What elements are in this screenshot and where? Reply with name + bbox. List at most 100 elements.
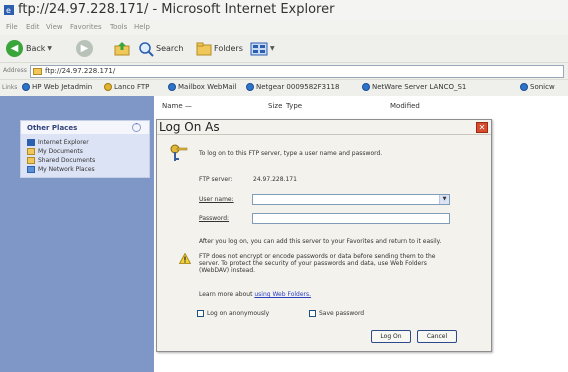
- globe-icon: [246, 83, 254, 91]
- password-field[interactable]: [252, 213, 450, 224]
- log-on-anonymously-checkbox[interactable]: Log on anonymously: [197, 310, 269, 317]
- place-shared-documents[interactable]: Shared Documents: [27, 157, 95, 164]
- link-mailbox-webmail[interactable]: Mailbox WebMail: [168, 83, 237, 91]
- link-label: Sonicw: [530, 83, 555, 91]
- other-places-panel: Other Places ˆ Internet Explorer My Docu…: [20, 120, 150, 178]
- link-label: HP Web Jetadmin: [32, 83, 93, 91]
- globe-icon: [362, 83, 370, 91]
- dialog-intro: To log on to this FTP server, type a use…: [199, 150, 383, 157]
- views-icon: [250, 42, 268, 55]
- link-netgear[interactable]: Netgear 0009582F3118: [246, 83, 339, 91]
- link-netware-server[interactable]: NetWare Server LANCO_S1: [362, 83, 466, 91]
- link-label: Lanco FTP: [114, 83, 150, 91]
- warning-line-2: server. To protect the security of your …: [199, 260, 427, 267]
- up-folder-icon: [114, 41, 130, 55]
- collapse-chevron-icon[interactable]: ˆ: [132, 123, 141, 132]
- menu-file[interactable]: File: [6, 23, 18, 31]
- views-button[interactable]: ▼: [250, 39, 275, 58]
- chevron-down-icon[interactable]: ▼: [439, 195, 449, 204]
- links-bar: Links HP Web Jetadmin Lanco FTP Mailbox …: [0, 79, 568, 96]
- search-icon: [139, 41, 154, 57]
- username-label: User name:: [199, 196, 234, 203]
- menu-edit[interactable]: Edit: [26, 23, 40, 31]
- forward-button[interactable]: ▶: [76, 39, 93, 58]
- sort-indicator-icon: —: [184, 102, 192, 110]
- log-on-button[interactable]: Log On: [371, 330, 411, 343]
- ftp-server-value: 24.97.228.171: [253, 176, 297, 183]
- links-label: Links: [2, 84, 18, 91]
- up-folder-button[interactable]: [114, 39, 130, 58]
- title-bar: e ftp://24.97.228.171/ - Microsoft Inter…: [0, 0, 568, 20]
- menu-favorites[interactable]: Favorites: [70, 23, 102, 31]
- ftp-server-label: FTP server:: [199, 176, 233, 183]
- address-value: ftp://24.97.228.171/: [45, 67, 116, 75]
- link-hp-web-jetadmin[interactable]: HP Web Jetadmin: [22, 83, 92, 91]
- column-name[interactable]: Name —: [162, 102, 192, 114]
- address-label: Address: [3, 67, 27, 74]
- folders-button[interactable]: Folders: [196, 39, 243, 58]
- folder-icon: [27, 148, 35, 155]
- place-label: Internet Explorer: [38, 139, 89, 146]
- link-sonicwall[interactable]: Sonicw: [520, 83, 555, 91]
- close-icon[interactable]: ✕: [476, 122, 488, 133]
- place-internet-explorer[interactable]: Internet Explorer: [27, 139, 89, 146]
- task-pane: Other Places ˆ Internet Explorer My Docu…: [0, 96, 154, 372]
- menu-help[interactable]: Help: [134, 23, 150, 31]
- warning-line-3: (WebDAV) instead.: [199, 267, 256, 274]
- link-label: Mailbox WebMail: [178, 83, 237, 91]
- link-label: NetWare Server LANCO_S1: [372, 83, 467, 91]
- dialog-title-bar: Log On As ✕: [157, 120, 491, 135]
- save-password-checkbox[interactable]: Save password: [309, 310, 364, 317]
- chevron-down-icon: ▼: [270, 45, 275, 52]
- log-on-as-dialog: Log On As ✕ To log on to this FTP server…: [156, 119, 492, 352]
- globe-icon: [520, 83, 528, 91]
- column-size[interactable]: Size: [268, 102, 282, 114]
- network-icon: [27, 166, 35, 173]
- folder-icon: [33, 68, 42, 75]
- username-combobox[interactable]: ▼: [252, 194, 450, 205]
- menu-view[interactable]: View: [46, 23, 63, 31]
- place-label: My Network Places: [38, 166, 95, 173]
- other-places-header[interactable]: Other Places ˆ: [21, 121, 149, 134]
- address-input[interactable]: ftp://24.97.228.171/: [30, 65, 564, 78]
- place-label: My Documents: [38, 148, 83, 155]
- svg-text:e: e: [6, 6, 11, 15]
- learn-more-text: Learn more about using Web Folders.: [199, 291, 311, 298]
- folders-label: Folders: [214, 44, 243, 53]
- after-logon-text: After you log on, you can add this serve…: [199, 238, 442, 245]
- internet-explorer-icon: [27, 139, 35, 146]
- password-label: Password:: [199, 215, 230, 222]
- back-button[interactable]: ◀ Back ▼: [6, 39, 52, 58]
- link-lanco-ftp[interactable]: Lanco FTP: [104, 83, 149, 91]
- warning-line-1: FTP does not encrypt or encode passwords…: [199, 253, 436, 260]
- link-label: Netgear 0009582F3118: [256, 83, 340, 91]
- other-places-title: Other Places: [27, 124, 78, 132]
- place-label: Shared Documents: [38, 157, 96, 164]
- column-type[interactable]: Type: [286, 102, 302, 114]
- column-modified[interactable]: Modified: [390, 102, 420, 114]
- search-label: Search: [156, 44, 184, 53]
- search-button[interactable]: Search: [138, 39, 183, 58]
- internet-explorer-icon: e: [4, 5, 14, 15]
- column-label: Name: [162, 102, 183, 110]
- back-arrow-icon: ◀: [6, 40, 23, 57]
- globe-icon: [168, 83, 176, 91]
- dialog-title: Log On As: [159, 120, 220, 134]
- checkbox-box[interactable]: [309, 310, 316, 317]
- menu-tools[interactable]: Tools: [110, 23, 127, 31]
- chevron-down-icon: ▼: [47, 45, 53, 52]
- learn-more-prefix: Learn more about: [199, 291, 253, 298]
- folder-icon: [27, 157, 35, 164]
- back-label: Back: [26, 44, 46, 53]
- web-folders-link[interactable]: using Web Folders.: [254, 291, 311, 298]
- place-my-network-places[interactable]: My Network Places: [27, 166, 95, 173]
- address-bar: Address ftp://24.97.228.171/: [0, 62, 568, 79]
- standard-toolbar: ◀ Back ▼ ▶ Search Folders ▼: [0, 35, 568, 62]
- menu-bar: File Edit View Favorites Tools Help: [0, 20, 568, 35]
- place-my-documents[interactable]: My Documents: [27, 148, 83, 155]
- checkbox-box[interactable]: [197, 310, 204, 317]
- checkbox-label: Log on anonymously: [207, 310, 270, 317]
- cancel-button[interactable]: Cancel: [417, 330, 457, 343]
- keys-icon: [170, 144, 188, 161]
- ftp-icon: [104, 83, 112, 91]
